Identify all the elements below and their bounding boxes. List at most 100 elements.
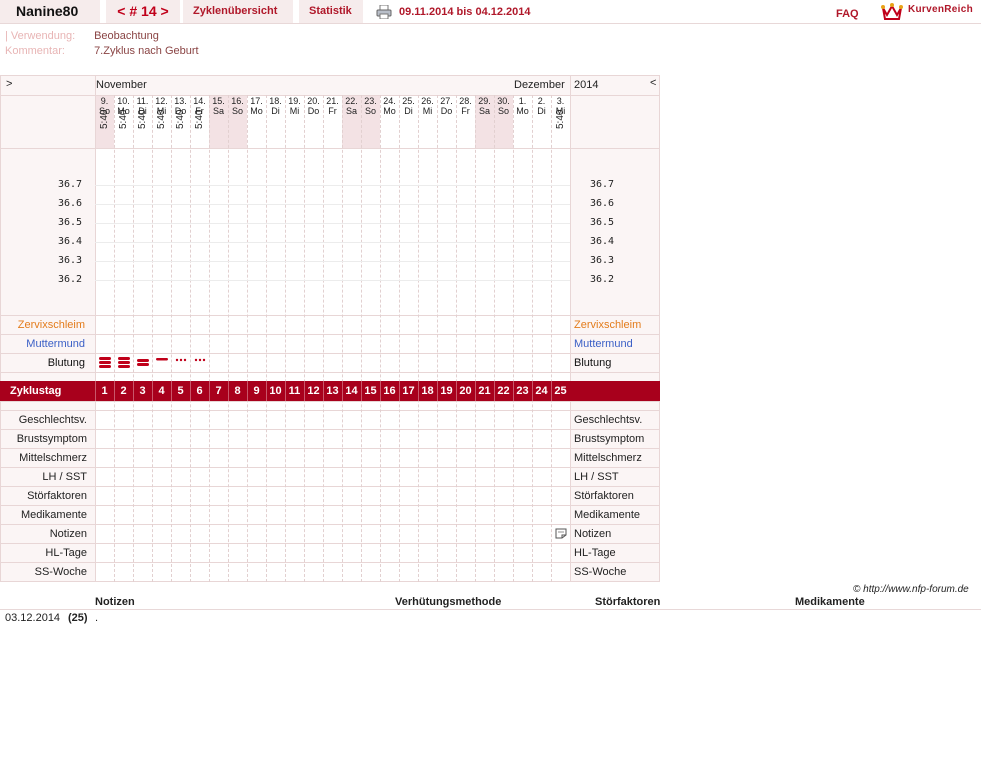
temperature-gridline (95, 185, 570, 186)
cervix-label: Zervixschleim (17, 319, 85, 331)
cycle-day-divider (114, 381, 115, 401)
day-weekday: Mi (289, 106, 300, 116)
bleeding-label: Blutung (47, 357, 85, 369)
tab-statistics[interactable]: Statistik (299, 0, 363, 23)
notes-table-header: Notizen Verhütungsmethode Störfaktoren M… (0, 596, 981, 610)
note-icon[interactable] (555, 528, 567, 539)
bleeding-marker-spotting[interactable] (193, 355, 207, 369)
temperature-label: 36.3 (58, 255, 83, 266)
day-date: 12. (155, 96, 168, 106)
day-weekday: Di (404, 106, 413, 116)
day-gridline (152, 95, 153, 582)
observation-row-label: LH / SST (574, 471, 619, 483)
day-date: 20. (307, 96, 320, 106)
temperature-gridline (95, 223, 570, 224)
cycle-day-divider (437, 381, 438, 401)
cycle-day-number: 7 (215, 385, 222, 397)
day-weekday: Mo (516, 106, 529, 116)
temperature-label: 36.2 (58, 274, 83, 285)
measurement-time: 5:40 (555, 109, 566, 129)
temperature-label: 36.7 (590, 179, 615, 190)
day-date: 18. (269, 96, 282, 106)
printer-icon[interactable] (376, 5, 392, 19)
observation-row-label: LH / SST (42, 471, 87, 483)
cycle-day-divider (171, 381, 172, 401)
cycle-day-number: 12 (307, 385, 320, 397)
scroll-left-button[interactable]: > (6, 78, 12, 90)
temperature-gridline (95, 242, 570, 243)
cycle-day-number: 5 (177, 385, 184, 397)
next-cycle-button[interactable]: > (161, 3, 169, 19)
day-weekday: Do (307, 106, 320, 116)
day-gridline (342, 95, 343, 582)
observation-row-label: Brustsymptom (574, 433, 645, 445)
day-gridline (285, 95, 286, 582)
day-gridline (114, 95, 115, 582)
scroll-right-button[interactable]: < (650, 77, 656, 89)
day-weekday: Mo (383, 106, 396, 116)
bleeding-marker-spotting[interactable] (174, 355, 188, 369)
cycle-day-divider (380, 381, 381, 401)
cycle-day-divider (342, 381, 343, 401)
observation-row-label: Störfaktoren (574, 490, 634, 502)
logo-text: KurvenReich (908, 4, 973, 15)
day-date: 25. (402, 96, 415, 106)
usage-row: | Verwendung: Beobachtung (5, 30, 159, 42)
temperature-label: 36.3 (590, 255, 615, 266)
tab-cycle-overview[interactable]: Zyklenübersicht (183, 0, 293, 23)
bleeding-marker-light[interactable] (155, 355, 169, 369)
cycle-day-number: 9 (253, 385, 260, 397)
day-date: 21. (326, 96, 339, 106)
day-gridline (266, 95, 267, 582)
cycle-day-number: 13 (326, 385, 339, 397)
day-date: 14. (193, 96, 206, 106)
cycle-day-number: 1 (101, 385, 108, 397)
row-divider (0, 372, 660, 373)
previous-cycle-button[interactable]: < (117, 3, 125, 19)
date-range: 09.11.2014 bis 04.12.2014 (399, 6, 531, 18)
day-weekday: Sa (212, 106, 224, 116)
cycle-chart: > November Dezember 2014 <9. So 5:40 10. Mo 5:40 1… (0, 75, 660, 582)
copyright: © http://www.nfp-forum.de (853, 584, 969, 595)
row-divider (0, 334, 660, 335)
cycle-day-number: 23 (516, 385, 529, 397)
day-date: 27. (440, 96, 453, 106)
day-gridline (361, 95, 362, 582)
row-divider (0, 467, 660, 468)
day-gridline (247, 95, 248, 582)
temperature-gridline (95, 261, 570, 262)
temperature-gridline (95, 280, 570, 281)
day-weekday: Do (440, 106, 453, 116)
bleeding-marker-heavy[interactable] (117, 355, 131, 369)
note-cycle-day: (25) (68, 612, 88, 624)
faq-link[interactable]: FAQ (836, 8, 859, 20)
row-divider (0, 486, 660, 487)
cycle-day-number: 21 (478, 385, 491, 397)
observation-row-label: Mittelschmerz (574, 452, 642, 464)
usage-label: | Verwendung: (5, 30, 76, 42)
day-gridline (323, 95, 324, 582)
cycle-day-divider (361, 381, 362, 401)
temperature-label: 36.6 (590, 198, 615, 209)
bleeding-marker-medium[interactable] (136, 355, 150, 369)
user-name[interactable]: Nanine80 (0, 0, 100, 23)
day-weekday: Di (271, 106, 280, 116)
day-date: 30. (497, 96, 510, 106)
cycle-day-divider (323, 381, 324, 401)
temperature-label: 36.5 (58, 217, 83, 228)
kurvenreich-logo[interactable]: KurvenReich (880, 2, 980, 22)
cycle-day-number: 15 (364, 385, 377, 397)
cycle-day-divider (285, 381, 286, 401)
day-gridline (399, 95, 400, 582)
cervical-os-label: Muttermund (26, 338, 85, 350)
day-gridline (171, 95, 172, 582)
observation-row-label: HL-Tage (574, 547, 616, 559)
bleeding-marker-heavy[interactable] (98, 355, 112, 369)
plot-area (95, 95, 570, 582)
measurement-time: 5:40 (194, 109, 205, 129)
day-gridline (437, 95, 438, 582)
cycle-day-divider (456, 381, 457, 401)
cervical-os-label: Muttermund (574, 338, 633, 350)
row-divider (0, 429, 660, 430)
row-divider (0, 148, 660, 149)
